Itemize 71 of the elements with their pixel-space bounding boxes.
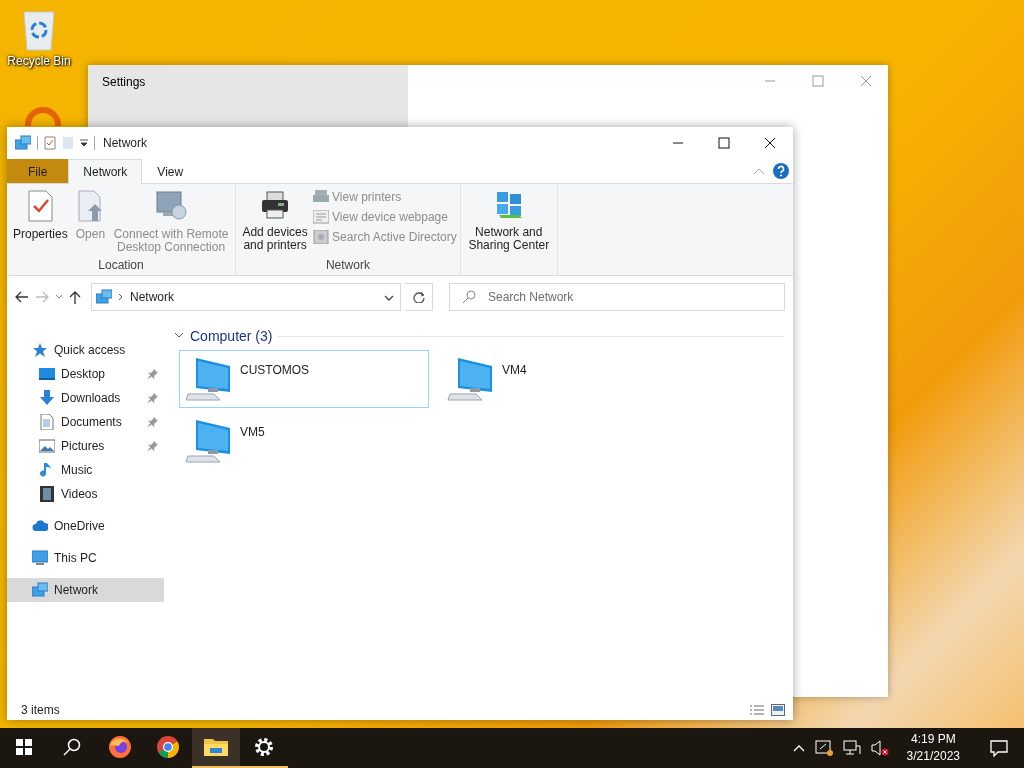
printer-icon: [260, 190, 291, 220]
up-arrow-icon[interactable]: [69, 290, 81, 304]
computer-item[interactable]: VM4: [441, 350, 691, 408]
window-title: Settings: [102, 75, 146, 89]
computer-item[interactable]: VM5: [179, 412, 429, 470]
ribbon-button[interactable]: Network and Sharing Center: [463, 188, 554, 258]
star-icon: [32, 342, 48, 358]
ribbon-group-label: Network: [324, 258, 371, 274]
search-icon: [462, 290, 476, 304]
notification-icon[interactable]: [990, 739, 1008, 757]
chevron-down-icon[interactable]: [384, 295, 394, 301]
checklist-icon[interactable]: [44, 136, 56, 150]
network-grid-icon: [494, 190, 523, 220]
nav-item[interactable]: Desktop: [7, 362, 164, 386]
nav-item[interactable]: Downloads: [7, 386, 164, 410]
taskbar-app-button[interactable]: [192, 728, 240, 768]
network-icon[interactable]: [842, 740, 861, 756]
chevron-right-icon: [118, 293, 124, 301]
film-icon: [39, 486, 55, 502]
chevron-down-icon[interactable]: [174, 332, 184, 340]
picture-icon: [39, 438, 55, 454]
dropdown-icon[interactable]: [80, 139, 88, 147]
nav-item[interactable]: Music: [7, 458, 164, 482]
ribbon-tab[interactable]: View: [142, 159, 199, 183]
monitor-icon: [155, 190, 188, 222]
search-icon: [63, 738, 81, 756]
nav-item[interactable]: Documents: [7, 410, 164, 434]
computer-item[interactable]: CUSTOMOS: [179, 350, 429, 408]
status-text: 3 items: [21, 703, 60, 717]
windows-logo-icon: [16, 739, 32, 755]
nav-item[interactable]: Network: [7, 578, 164, 602]
speaker-muted-icon[interactable]: [870, 740, 889, 756]
nav-item[interactable]: OneDrive: [7, 514, 164, 538]
nav-item[interactable]: Quick access: [7, 338, 164, 362]
network-icon: [15, 135, 31, 151]
directory-icon: [313, 230, 330, 244]
large-icons-view-icon[interactable]: [771, 704, 785, 716]
recycle-bin-icon: [21, 8, 57, 52]
address-bar[interactable]: Network: [91, 283, 401, 311]
ribbon-group-label: Location: [97, 258, 145, 274]
fox-globe-icon: [108, 735, 132, 759]
chrome-icon: [156, 735, 180, 759]
webpage-icon: [313, 210, 330, 224]
desktop-icon: [39, 366, 55, 382]
nav-item[interactable]: Pictures: [7, 434, 164, 458]
window-title: Network: [103, 136, 147, 150]
cloud-icon: [32, 518, 48, 534]
network-icon: [32, 582, 48, 598]
document-arrow-icon: [76, 190, 105, 222]
gear-icon: [253, 736, 275, 758]
document-icon: [39, 414, 55, 430]
group-header: Computer (3): [190, 328, 273, 344]
ribbon-tab[interactable]: Network: [68, 159, 143, 184]
folder-icon: [204, 737, 228, 757]
file-menu-tab[interactable]: File: [7, 159, 69, 183]
search-field[interactable]: Search Network: [449, 283, 785, 311]
nav-item[interactable]: This PC: [7, 546, 164, 570]
checklist-icon: [26, 190, 55, 222]
refresh-button[interactable]: [405, 283, 433, 311]
refresh-icon: [412, 291, 425, 303]
clock[interactable]: 4:19 PM 3/21/2023: [898, 731, 968, 765]
back-arrow-icon[interactable]: [15, 291, 29, 303]
printer-icon: [313, 190, 330, 204]
sync-icon[interactable]: [814, 740, 833, 756]
ribbon-button[interactable]: Add devices and printers: [239, 188, 312, 258]
nav-item[interactable]: Videos: [7, 482, 164, 506]
ribbon-button[interactable]: Properties: [10, 188, 71, 258]
help-icon[interactable]: [773, 163, 789, 179]
download-icon: [39, 390, 55, 406]
monitor-icon: [32, 550, 48, 566]
network-icon: [96, 289, 112, 305]
